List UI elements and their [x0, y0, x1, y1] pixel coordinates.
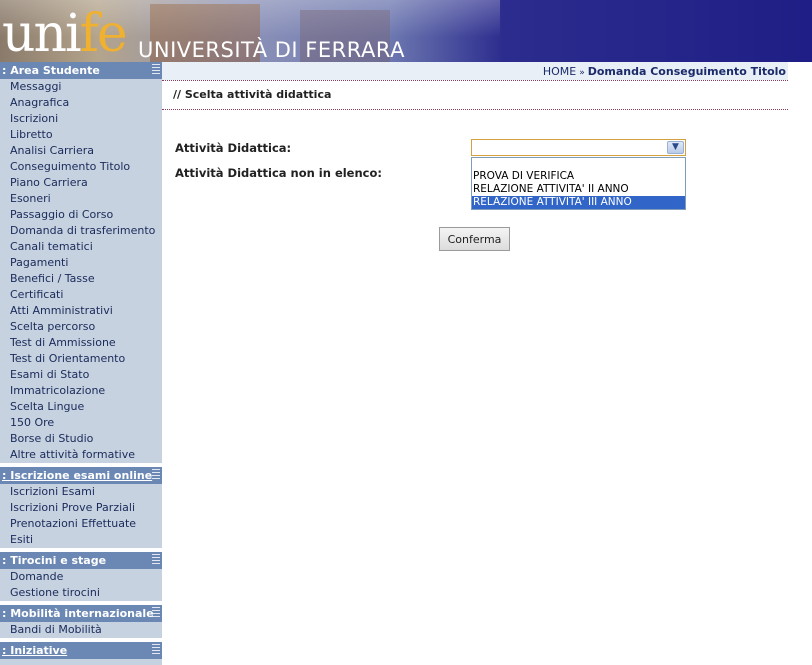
sidebar-item-test-ammissione[interactable]: Test di Ammissione	[0, 335, 162, 351]
title-divider-top	[162, 80, 788, 81]
sidebar-section-tirocini[interactable]: : Tirocini e stage	[0, 552, 162, 569]
collapse-grip-icon[interactable]	[152, 554, 160, 566]
dropdown-option-relazione-iii-anno[interactable]: RELAZIONE ATTIVITA' III ANNO	[472, 196, 685, 209]
sidebar-section-iscrizione-esami[interactable]: : Iscrizione esami online	[0, 467, 162, 484]
sidebar-item-bandi-mobilita[interactable]: Bandi di Mobilità	[0, 622, 162, 638]
section-title: : Iscrizione esami online	[2, 469, 153, 482]
sidebar-item-altre-attivita[interactable]: Altre attività formative	[0, 447, 162, 463]
sidebar-section-iniziative[interactable]: : Iniziative	[0, 642, 162, 659]
sidebar-item-passaggio-di-corso[interactable]: Passaggio di Corso	[0, 207, 162, 223]
sidebar-item-test-orientamento[interactable]: Test di Orientamento	[0, 351, 162, 367]
sidebar-item-domanda-trasferimento[interactable]: Domanda di trasferimento	[0, 223, 162, 239]
sidebar-item-messaggi[interactable]: Messaggi	[0, 79, 162, 95]
sidebar-item-borse-di-studio[interactable]: Borse di Studio	[0, 431, 162, 447]
university-name: UNIVERSITÀ DI FERRARA	[138, 38, 405, 62]
activity-select[interactable]: ▼	[471, 139, 686, 156]
sidebar-item-esami-di-stato[interactable]: Esami di Stato	[0, 367, 162, 383]
sidebar-item-scelta-lingue[interactable]: Scelta Lingue	[0, 399, 162, 415]
header-banner: unife UNIVERSITÀ DI FERRARA	[0, 0, 812, 62]
sidebar-item-iscrizioni-prove-parziali[interactable]: Iscrizioni Prove Parziali	[0, 500, 162, 516]
sidebar-section-area-studente[interactable]: : Area Studente	[0, 62, 162, 79]
breadcrumb-home-link[interactable]: HOME	[543, 65, 576, 78]
breadcrumb-separator-icon: »	[579, 68, 585, 78]
unife-logo[interactable]: unife	[2, 8, 128, 60]
collapse-grip-icon[interactable]	[152, 607, 160, 619]
logo-part-fe: fe	[79, 4, 128, 62]
breadcrumb-current: Domanda Conseguimento Titolo	[587, 65, 786, 78]
section-title: : Iniziative	[2, 644, 68, 657]
sidebar-item-libretto[interactable]: Libretto	[0, 127, 162, 143]
sidebar-item-atti-amministrativi[interactable]: Atti Amministrativi	[0, 303, 162, 319]
activity-dropdown-list: PROVA DI VERIFICA RELAZIONE ATTIVITA' II…	[471, 157, 686, 210]
sidebar-item-esoneri[interactable]: Esoneri	[0, 191, 162, 207]
sidebar-nav: : Area Studente Messaggi Anagrafica Iscr…	[0, 62, 162, 665]
sidebar-item-conseguimento-titolo[interactable]: Conseguimento Titolo	[0, 159, 162, 175]
dropdown-option-prova-verifica[interactable]: PROVA DI VERIFICA	[472, 170, 685, 183]
sidebar-item-pagamenti[interactable]: Pagamenti	[0, 255, 162, 271]
sidebar-item-iscrizioni[interactable]: Iscrizioni	[0, 111, 162, 127]
sidebar-item-certificati[interactable]: Certificati	[0, 287, 162, 303]
sidebar-item-scelta-percorso[interactable]: Scelta percorso	[0, 319, 162, 335]
collapse-grip-icon[interactable]	[152, 64, 160, 76]
page-title: // Scelta attività didattica	[173, 88, 332, 101]
dropdown-option-blank[interactable]	[472, 158, 685, 170]
sidebar-item-150-ore[interactable]: 150 Ore	[0, 415, 162, 431]
collapse-grip-icon[interactable]	[152, 469, 160, 481]
sidebar-item-gestione-tirocini[interactable]: Gestione tirocini	[0, 585, 162, 601]
section-title: : Tirocini e stage	[2, 554, 107, 567]
sidebar-item-domande[interactable]: Domande	[0, 569, 162, 585]
activity-label: Attività Didattica:	[175, 141, 292, 155]
sidebar-item-canali-tematici[interactable]: Canali tematici	[0, 239, 162, 255]
title-divider-bottom	[162, 109, 788, 110]
sidebar-item-esiti[interactable]: Esiti	[0, 532, 162, 548]
sidebar-item-analisi-carriera[interactable]: Analisi Carriera	[0, 143, 162, 159]
activity-other-label: Attività Didattica non in elenco:	[175, 166, 382, 180]
sidebar-item-prenotazioni-effettuate[interactable]: Prenotazioni Effettuate	[0, 516, 162, 532]
sidebar-item-immatricolazione[interactable]: Immatricolazione	[0, 383, 162, 399]
chevron-down-icon[interactable]: ▼	[667, 141, 684, 154]
breadcrumb: HOME» Domanda Conseguimento Titolo	[162, 62, 788, 80]
confirm-button[interactable]: Conferma	[439, 227, 510, 251]
section-title: : Area Studente	[2, 64, 100, 77]
sidebar-item-piano-carriera[interactable]: Piano Carriera	[0, 175, 162, 191]
sidebar-section-mobilita[interactable]: : Mobilità internazionale	[0, 605, 162, 622]
logo-part-uni: uni	[2, 4, 82, 62]
sidebar-item-benefici-tasse[interactable]: Benefici / Tasse	[0, 271, 162, 287]
dropdown-option-relazione-ii-anno[interactable]: RELAZIONE ATTIVITA' II ANNO	[472, 183, 685, 196]
sidebar-item-anagrafica[interactable]: Anagrafica	[0, 95, 162, 111]
collapse-grip-icon[interactable]	[152, 644, 160, 656]
section-title: : Mobilità internazionale	[2, 607, 154, 620]
sidebar-item-iscrizioni-esami[interactable]: Iscrizioni Esami	[0, 484, 162, 500]
